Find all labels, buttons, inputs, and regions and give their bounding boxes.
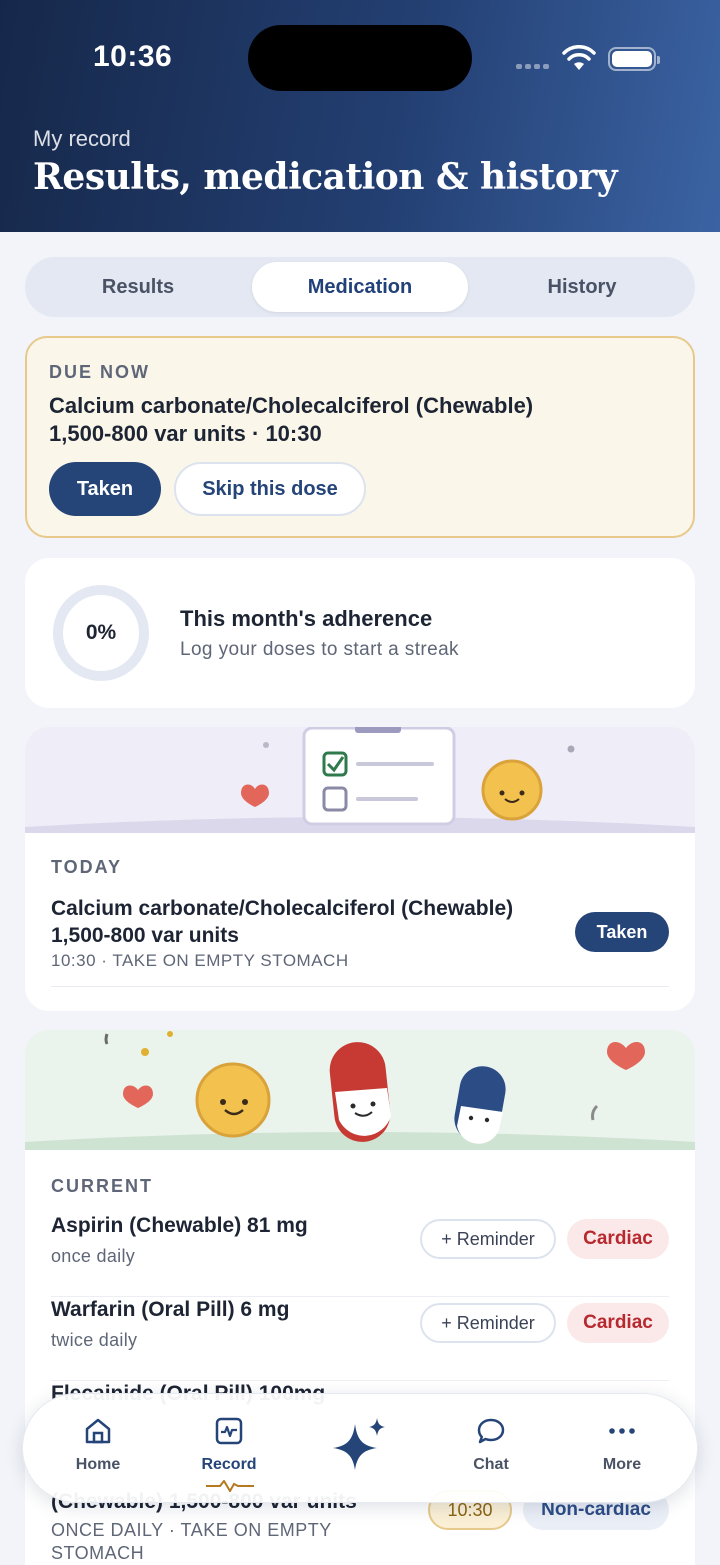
med-name: Aspirin (Chewable) 81 mg — [51, 1214, 308, 1237]
due-now-label: DUE NOW — [49, 362, 150, 382]
skip-dose-button[interactable]: Skip this dose — [174, 462, 366, 516]
sparkle-icon — [333, 1418, 385, 1470]
taken-button[interactable]: Taken — [49, 462, 161, 516]
battery-icon — [608, 47, 660, 71]
chat-icon — [477, 1418, 505, 1444]
tab-history[interactable]: History — [474, 262, 690, 312]
divider — [51, 1380, 669, 1381]
adherence-ring: 0% — [53, 585, 149, 681]
pills-illustration — [25, 1030, 695, 1150]
med-detail: ONCE DAILY · TAKE ON EMPTY STOMACH — [51, 1519, 332, 1565]
adherence-card: 0% This month's adherence Log your doses… — [25, 558, 695, 708]
segmented-tabs: Results Medication History — [25, 257, 695, 317]
nav-home[interactable]: Home — [33, 1394, 163, 1504]
header: 10:36 My record Results, medication & hi… — [0, 0, 720, 232]
cardiac-tag: Cardiac — [567, 1219, 669, 1259]
med-frequency: once daily — [51, 1246, 136, 1266]
page-eyebrow: My record — [33, 126, 131, 151]
nav-more[interactable]: More — [557, 1394, 687, 1504]
list-item[interactable]: Warfarin (Oral Pill) 6 mg twice daily + … — [51, 1298, 669, 1382]
add-reminder-button[interactable]: + Reminder — [420, 1303, 556, 1343]
status-time: 10:36 — [93, 40, 173, 73]
due-med-line1: Calcium carbonate/Cholecalciferol (Chewa… — [49, 393, 534, 418]
divider — [51, 986, 669, 987]
dynamic-island — [248, 25, 472, 91]
today-taken-badge[interactable]: Taken — [575, 912, 669, 952]
nav-home-label: Home — [75, 1456, 121, 1473]
adherence-subtitle: Log your doses to start a streak — [180, 639, 459, 660]
nav-record-label: Record — [201, 1456, 257, 1473]
current-label: CURRENT — [51, 1176, 153, 1196]
nav-chat[interactable]: Chat — [426, 1394, 556, 1504]
wifi-icon — [562, 45, 596, 70]
today-med-line1: Calcium carbonate/Cholecalciferol (Chewa… — [51, 897, 514, 920]
divider — [51, 1296, 669, 1297]
active-indicator-icon — [206, 1480, 254, 1492]
tab-medication[interactable]: Medication — [252, 262, 468, 312]
today-med-line2: 1,500-800 var units — [51, 924, 239, 947]
nav-chat-label: Chat — [473, 1456, 509, 1473]
today-med-name: Calcium carbonate/Cholecalciferol (Chewa… — [51, 895, 571, 949]
med-frequency: twice daily — [51, 1330, 138, 1350]
record-icon — [215, 1417, 243, 1445]
more-icon — [609, 1428, 635, 1434]
today-card: TODAY Calcium carbonate/Cholecalciferol … — [25, 727, 695, 1011]
due-now-card: DUE NOW Calcium carbonate/Cholecalcifero… — [25, 336, 695, 538]
cardiac-tag: Cardiac — [567, 1303, 669, 1343]
med-detail-line2: STOMACH — [51, 1543, 145, 1563]
med-detail-line1: ONCE DAILY · TAKE ON EMPTY — [51, 1520, 332, 1540]
due-med-line2: 1,500-800 var units · 10:30 — [49, 421, 322, 446]
checklist-illustration — [25, 727, 695, 833]
tab-results[interactable]: Results — [30, 262, 246, 312]
nav-assistant[interactable] — [296, 1394, 426, 1504]
bottom-tab-bar: Home Record Chat More — [22, 1393, 698, 1503]
home-icon — [85, 1418, 111, 1444]
today-med-detail: 10:30 · TAKE ON EMPTY STOMACH — [51, 951, 349, 970]
today-label: TODAY — [51, 857, 123, 877]
med-name: Warfarin (Oral Pill) 6 mg — [51, 1298, 290, 1321]
due-med-name: Calcium carbonate/Cholecalciferol (Chewa… — [49, 392, 669, 448]
signal-icon — [516, 64, 549, 69]
nav-record[interactable]: Record — [164, 1394, 294, 1504]
add-reminder-button[interactable]: + Reminder — [420, 1219, 556, 1259]
adherence-title: This month's adherence — [180, 606, 433, 631]
list-item[interactable]: Aspirin (Chewable) 81 mg once daily + Re… — [51, 1214, 669, 1298]
nav-more-label: More — [602, 1456, 642, 1473]
page-title: Results, medication & history — [33, 156, 618, 198]
